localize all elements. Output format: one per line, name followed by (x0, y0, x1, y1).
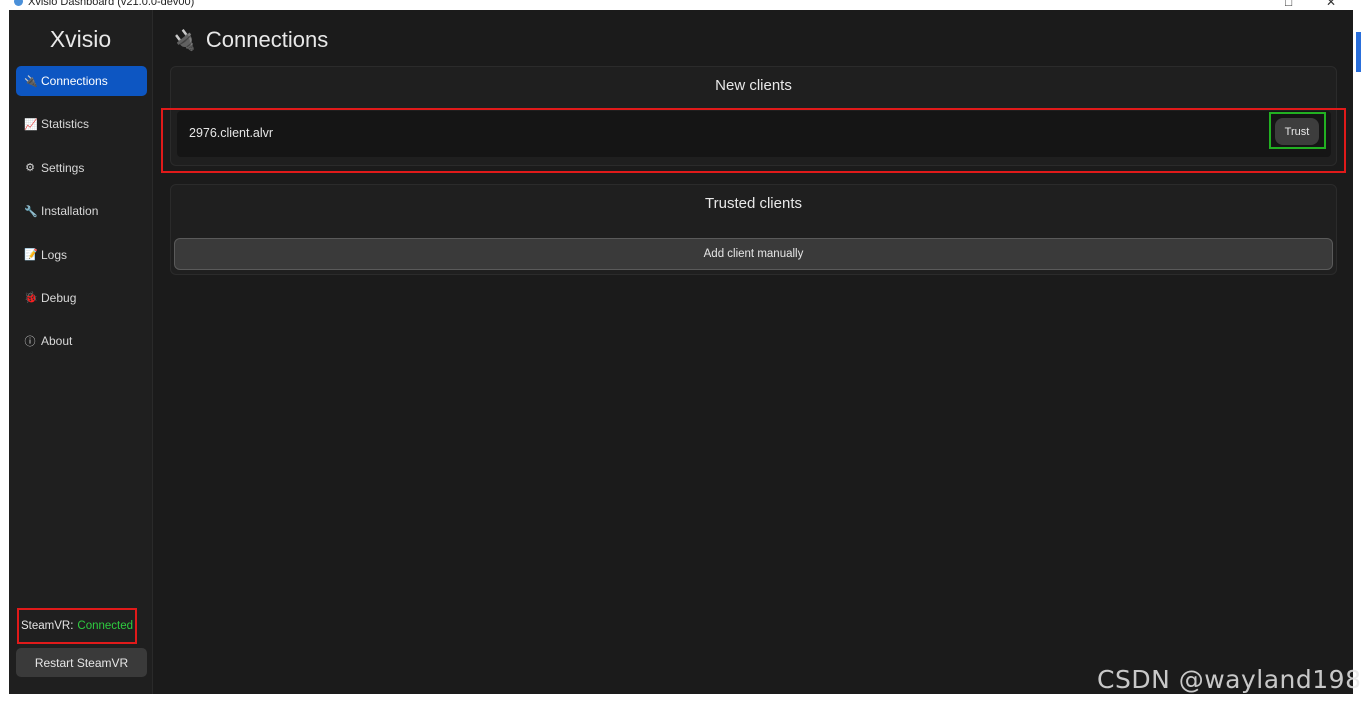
trusted-clients-panel: Trusted clients Add client manually (170, 184, 1337, 275)
sidebar-item-connections[interactable]: 🔌 Connections (16, 66, 147, 96)
sidebar-nav: 🔌 Connections 📈 Statistics ⚙ Settings 🔧 … (16, 66, 147, 370)
sidebar-item-label: Installation (41, 204, 99, 219)
restart-steamvr-button[interactable]: Restart SteamVR (16, 648, 147, 677)
sidebar-item-label: About (41, 334, 73, 349)
gear-icon: ⚙ (25, 162, 35, 175)
statusbar (0, 694, 1361, 704)
sidebar-item-label: Statistics (41, 117, 90, 132)
sidebar-item-label: Settings (41, 160, 85, 175)
watermark: CSDN @wayland1984 (1097, 665, 1361, 694)
window-titlebar: Xvisio Dashboard (v21.0.0-dev00) □ ✕ (0, 0, 1361, 10)
sidebar-item-logs[interactable]: 📝 Logs (16, 240, 147, 270)
trusted-clients-title: Trusted clients (705, 195, 802, 212)
brand-title: Xvisio (49, 26, 112, 52)
plug-icon: 🔌 (171, 29, 196, 52)
page-title: Connections (205, 27, 329, 52)
bug-icon: 🐞 (24, 292, 38, 305)
sidebar-item-installation[interactable]: 🔧 Installation (16, 196, 147, 226)
app-window: Xvisio 🔌 Connections 📈 Statistics ⚙ Sett… (9, 10, 1353, 694)
scrollbar-thumb[interactable] (1356, 32, 1361, 72)
sidebar-item-debug[interactable]: 🐞 Debug (16, 283, 147, 313)
notepad-icon: 📝 (24, 249, 38, 262)
steamvr-label: SteamVR: (21, 620, 74, 632)
app-icon (14, 0, 23, 6)
close-button[interactable]: ✕ (1326, 0, 1336, 9)
new-clients-title: New clients (715, 77, 792, 94)
client-name: 2976.client.alvr (189, 126, 274, 140)
sidebar-item-statistics[interactable]: 📈 Statistics (16, 109, 147, 139)
trust-button-highlight: Trust (1269, 112, 1326, 149)
plug-icon: 🔌 (24, 75, 38, 88)
sidebar-item-settings[interactable]: ⚙ Settings (16, 153, 147, 183)
trust-button[interactable]: Trust (1275, 118, 1319, 145)
list-item: 2976.client.alvr (177, 111, 1331, 157)
scrollbar[interactable] (1353, 10, 1361, 694)
window-title: Xvisio Dashboard (v21.0.0-dev00) (28, 0, 195, 8)
sidebar-item-label: Logs (41, 247, 68, 262)
info-icon: ⓘ (24, 336, 36, 349)
sidebar-item-label: Debug (41, 290, 77, 305)
sidebar-item-about[interactable]: ⓘ About (16, 326, 147, 356)
sidebar: Xvisio 🔌 Connections 📈 Statistics ⚙ Sett… (9, 10, 153, 694)
maximize-button[interactable]: □ (1285, 0, 1292, 9)
sidebar-item-label: Connections (41, 74, 108, 88)
chart-icon: 📈 (24, 118, 38, 131)
page-header: 🔌 Connections (171, 26, 328, 54)
steamvr-status: SteamVR: Connected (17, 608, 137, 644)
add-client-manually-button[interactable]: Add client manually (174, 238, 1333, 270)
new-clients-panel: New clients 2976.client.alvr (170, 66, 1337, 166)
wrench-icon: 🔧 (24, 205, 38, 218)
steamvr-connected-status: Connected (77, 620, 134, 632)
